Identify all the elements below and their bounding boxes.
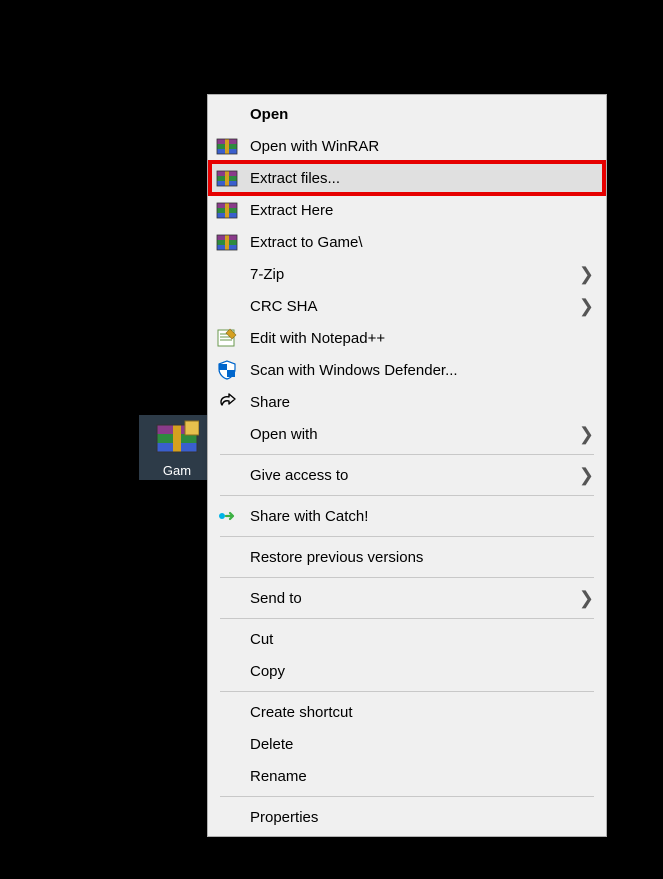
menu-send-to[interactable]: Send to ❯: [210, 582, 604, 614]
menu-label: Edit with Notepad++: [242, 330, 596, 347]
menu-scan-defender[interactable]: Scan with Windows Defender...: [210, 354, 604, 386]
menu-label: Create shortcut: [242, 704, 596, 721]
menu-label: Give access to: [242, 467, 579, 484]
winrar-icon: [216, 135, 242, 157]
menu-delete[interactable]: Delete: [210, 728, 604, 760]
menu-label: Extract to Game\: [242, 234, 596, 251]
winrar-icon: [216, 199, 242, 221]
menu-separator: [220, 495, 594, 496]
winrar-icon: [216, 167, 242, 189]
menu-label: CRC SHA: [242, 298, 579, 315]
blank-icon: [216, 765, 242, 787]
share-icon: [216, 391, 242, 413]
menu-label: Copy: [242, 663, 596, 680]
menu-copy[interactable]: Copy: [210, 655, 604, 687]
menu-open-with[interactable]: Open with ❯: [210, 418, 604, 450]
menu-label: Open with WinRAR: [242, 138, 596, 155]
menu-label: 7-Zip: [242, 266, 579, 283]
defender-shield-icon: [216, 359, 242, 381]
menu-separator: [220, 577, 594, 578]
menu-separator: [220, 536, 594, 537]
submenu-arrow-icon: ❯: [579, 588, 596, 609]
menu-label: Share with Catch!: [242, 508, 596, 525]
blank-icon: [216, 263, 242, 285]
menu-restore-versions[interactable]: Restore previous versions: [210, 541, 604, 573]
winrar-icon: [216, 231, 242, 253]
blank-icon: [216, 806, 242, 828]
blank-icon: [216, 103, 242, 125]
submenu-arrow-icon: ❯: [579, 264, 596, 285]
menu-label: Open with: [242, 426, 579, 443]
menu-give-access[interactable]: Give access to ❯: [210, 459, 604, 491]
menu-label: Send to: [242, 590, 579, 607]
menu-crc-sha[interactable]: CRC SHA ❯: [210, 290, 604, 322]
menu-label: Extract Here: [242, 202, 596, 219]
menu-label: Scan with Windows Defender...: [242, 362, 596, 379]
winrar-archive-icon: [155, 419, 199, 459]
desktop-file-icon[interactable]: Gam: [139, 415, 215, 480]
menu-extract-here[interactable]: Extract Here: [210, 194, 604, 226]
menu-share-catch[interactable]: Share with Catch!: [210, 500, 604, 532]
menu-7zip[interactable]: 7-Zip ❯: [210, 258, 604, 290]
blank-icon: [216, 628, 242, 650]
menu-separator: [220, 618, 594, 619]
menu-properties[interactable]: Properties: [210, 801, 604, 833]
blank-icon: [216, 423, 242, 445]
menu-label: Rename: [242, 768, 596, 785]
menu-extract-to[interactable]: Extract to Game\: [210, 226, 604, 258]
menu-separator: [220, 454, 594, 455]
menu-label: Restore previous versions: [242, 549, 596, 566]
menu-label: Properties: [242, 809, 596, 826]
submenu-arrow-icon: ❯: [579, 296, 596, 317]
menu-rename[interactable]: Rename: [210, 760, 604, 792]
menu-extract-files[interactable]: Extract files...: [210, 162, 604, 194]
menu-label: Open: [242, 106, 596, 123]
blank-icon: [216, 295, 242, 317]
menu-label: Extract files...: [242, 170, 596, 187]
menu-label: Share: [242, 394, 596, 411]
blank-icon: [216, 546, 242, 568]
blank-icon: [216, 464, 242, 486]
blank-icon: [216, 660, 242, 682]
blank-icon: [216, 587, 242, 609]
menu-label: Cut: [242, 631, 596, 648]
context-menu: Open Open with WinRAR Extract files...: [207, 94, 607, 837]
notepadpp-icon: [216, 327, 242, 349]
menu-separator: [220, 796, 594, 797]
catch-icon: [216, 505, 242, 527]
blank-icon: [216, 733, 242, 755]
menu-cut[interactable]: Cut: [210, 623, 604, 655]
submenu-arrow-icon: ❯: [579, 424, 596, 445]
menu-open[interactable]: Open: [210, 98, 604, 130]
desktop-icon-label: Gam: [141, 463, 213, 478]
menu-create-shortcut[interactable]: Create shortcut: [210, 696, 604, 728]
menu-open-winrar[interactable]: Open with WinRAR: [210, 130, 604, 162]
menu-edit-notepadpp[interactable]: Edit with Notepad++: [210, 322, 604, 354]
submenu-arrow-icon: ❯: [579, 465, 596, 486]
menu-label: Delete: [242, 736, 596, 753]
menu-separator: [220, 691, 594, 692]
menu-share[interactable]: Share: [210, 386, 604, 418]
blank-icon: [216, 701, 242, 723]
